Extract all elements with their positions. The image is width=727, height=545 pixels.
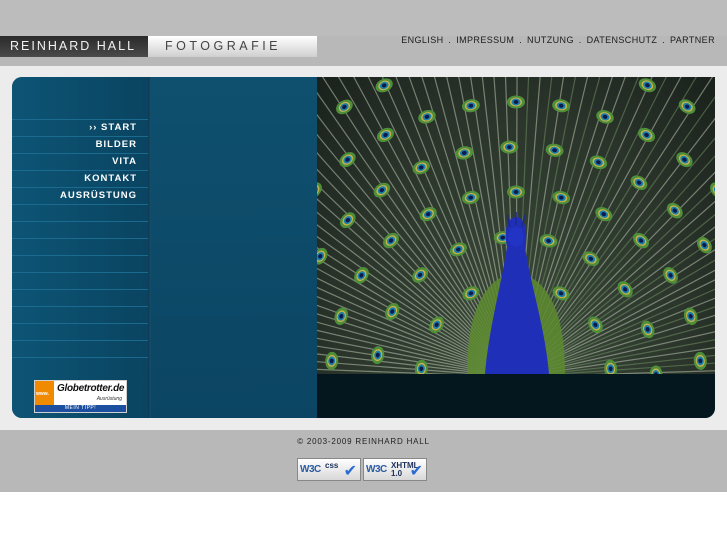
feather-eye (552, 190, 571, 205)
badge-subtitle: Ausrüstung (96, 396, 122, 402)
feather-eye (604, 359, 618, 374)
nav-empty-row (12, 272, 148, 289)
nav-empty-row (12, 306, 148, 323)
peacock-head (508, 227, 524, 247)
feather-eye (418, 110, 436, 124)
w3c-kind: css (325, 461, 339, 470)
photo-caption-bar (317, 374, 715, 418)
check-icon: ✔ (409, 463, 423, 480)
link-impressum[interactable]: IMPRESSUM (456, 35, 514, 45)
peacock-illustration (317, 77, 715, 374)
logo-section[interactable]: FOTOGRAFIE (148, 36, 317, 57)
link-english[interactable]: ENGLISH (401, 35, 443, 45)
feather-eye (678, 99, 696, 114)
link-separator: . (578, 35, 582, 45)
main-panel: ›› START BILDER VITA KONTAKT AUSRÜSTUNG … (12, 77, 715, 418)
nav-empty-row (12, 323, 148, 340)
peacock-photo (317, 77, 715, 374)
feather-eye (339, 152, 356, 168)
logo-name[interactable]: REINHARD HALL (0, 36, 148, 57)
feather-eye (595, 207, 613, 222)
globetrotter-badge[interactable]: www. Globetrotter.de Ausrüstung MEIN TIP… (34, 380, 127, 413)
w3c-logo: W3C (366, 464, 387, 475)
feather-eye (416, 77, 437, 79)
feather-eye (317, 123, 319, 145)
badge-www: www. (36, 391, 49, 397)
feather-eye (638, 127, 656, 143)
feather-eye (507, 95, 525, 109)
nav-empty-row (12, 221, 148, 238)
feather-eye (696, 236, 712, 254)
feather-eye (317, 182, 322, 199)
nav-empty-row (12, 238, 148, 255)
link-partner[interactable]: PARTNER (670, 35, 715, 45)
feather-eye (693, 351, 707, 370)
feather-eye (325, 351, 339, 370)
feather-eye (354, 267, 369, 284)
feather-eye (710, 182, 715, 199)
w3c-xhtml-badge[interactable]: W3C XHTML 1.0 ✔ (363, 458, 427, 481)
w3c-logo: W3C (300, 464, 321, 475)
feather-eye (461, 99, 480, 113)
feather-eye (419, 207, 437, 222)
nav-item-bilder[interactable]: BILDER (12, 136, 148, 153)
middle-column (151, 77, 317, 418)
nav-item-start[interactable]: ›› START (12, 119, 148, 136)
navigation-column: ›› START BILDER VITA KONTAKT AUSRÜSTUNG … (12, 77, 148, 418)
nav-empty-row (12, 289, 148, 306)
feather-eye (507, 185, 525, 199)
nav-empty-row (12, 204, 148, 221)
copyright: © 2003-2009 REINHARD HALL (297, 437, 430, 446)
link-separator: . (662, 35, 666, 45)
link-datenschutz[interactable]: DATENSCHUTZ (587, 35, 658, 45)
feather-eye (500, 140, 519, 154)
feather-eye (461, 190, 480, 205)
link-nutzung[interactable]: NUTZUNG (527, 35, 574, 45)
nav-item-vita[interactable]: VITA (12, 153, 148, 170)
feather-eye (638, 78, 656, 93)
nav-item-ausruestung[interactable]: AUSRÜSTUNG (12, 187, 148, 204)
nav-item-kontakt[interactable]: KONTAKT (12, 170, 148, 187)
nav-empty-row (12, 357, 148, 374)
check-icon: ✔ (343, 463, 357, 480)
nav-empty-row (12, 255, 148, 272)
link-separator: . (519, 35, 523, 45)
nav-empty-row (12, 340, 148, 357)
feather-eye (412, 267, 429, 283)
badge-tip-bar: MEIN TIPP! (35, 405, 126, 412)
link-separator: . (448, 35, 452, 45)
feather-eye (676, 152, 693, 168)
badge-logo-text: Globetrotter.de (57, 383, 125, 394)
feather-eye (683, 307, 698, 326)
header-top-strip (0, 0, 727, 36)
top-links: ENGLISH . IMPRESSUM . NUTZUNG . DATENSCH… (401, 35, 715, 45)
nav-list: ›› START BILDER VITA KONTAKT AUSRÜSTUNG (12, 119, 148, 374)
w3c-css-badge[interactable]: W3C css ✔ (297, 458, 361, 481)
